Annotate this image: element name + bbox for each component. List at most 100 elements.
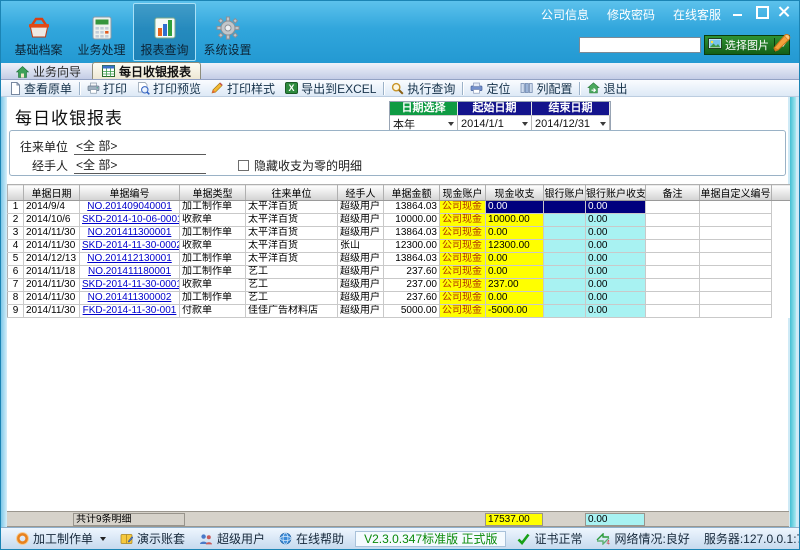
summary-count: 共计9条明细 <box>73 513 185 526</box>
book-icon <box>120 533 133 545</box>
print-style-button[interactable]: 打印样式 <box>206 81 280 96</box>
column-header[interactable]: 单据类型 <box>180 185 246 201</box>
top-link-online-service[interactable]: 在线客服 <box>673 6 721 23</box>
printer-icon <box>87 82 100 94</box>
maximize-button[interactable] <box>754 5 768 17</box>
tab-label: 业务向导 <box>33 63 81 80</box>
cell <box>544 253 586 266</box>
cell: 太平洋百货 <box>246 201 338 214</box>
partner-field[interactable]: <全 部> <box>74 137 206 155</box>
cell: 0.00 <box>486 292 544 305</box>
content-area: 每日收银报表 日期选择 本年 起始日期 2014/1/1 结束日期 2014 <box>7 97 788 527</box>
column-header[interactable]: 银行账户 <box>544 185 586 201</box>
toolbar-button-label: 打印预览 <box>153 80 201 97</box>
summary-row: 共计9条明细 17537.00 0.00 <box>7 511 789 527</box>
document-link[interactable]: SKD-2014-10-06-0001 <box>82 214 180 225</box>
top-link-company-info[interactable]: 公司信息 <box>541 6 589 23</box>
status-account-set[interactable]: 演示账套 <box>113 530 192 547</box>
locate-icon <box>470 82 483 94</box>
toolbar-button-label: 退出 <box>603 80 627 97</box>
cell: 超级用户 <box>338 292 384 305</box>
toolbar-separator <box>79 82 80 95</box>
chevron-down-icon <box>100 537 106 541</box>
table-row[interactable]: 42014/11/30SKD-2014-11-30-0002收款单太平洋百货张山… <box>8 240 790 253</box>
status-label: 证书正常 <box>534 530 582 547</box>
column-header[interactable]: 单据日期 <box>24 185 80 201</box>
columns-icon <box>520 82 533 94</box>
vertical-scrollbar[interactable] <box>790 97 796 527</box>
document-link[interactable]: SKD-2014-11-30-0001 <box>82 279 180 290</box>
print-button[interactable]: 打印 <box>82 81 132 96</box>
users-icon <box>199 533 213 545</box>
cell: 超级用户 <box>338 227 384 240</box>
export-excel-button[interactable]: X导出到EXCEL <box>280 81 381 96</box>
table-row[interactable]: 12014/9/4NO.201409040001加工制作单太平洋百货超级用户13… <box>8 201 790 214</box>
banner-input[interactable] <box>579 37 701 53</box>
nav-item-system-settings[interactable]: 系统设置 <box>196 3 259 61</box>
document-link[interactable]: NO.201411300001 <box>88 227 172 238</box>
document-link[interactable]: FKD-2014-11-30-001 <box>83 305 177 316</box>
nav-item-base-archives[interactable]: 基础档案 <box>7 3 70 61</box>
page-icon <box>9 82 21 95</box>
chevron-down-icon <box>448 122 454 126</box>
cell <box>544 240 586 253</box>
column-header[interactable]: 银行账户收支 <box>586 185 646 201</box>
column-header[interactable]: 往来单位 <box>246 185 338 201</box>
column-config-button[interactable]: 列配置 <box>515 81 577 96</box>
cell: 237.60 <box>384 292 440 305</box>
hide-zero-checkbox[interactable]: 隐藏收支为零的明细 <box>238 157 362 174</box>
column-header[interactable]: 现金收支 <box>486 185 544 201</box>
table-row[interactable]: 72014/11/30SKD-2014-11-30-0001收款单艺工超级用户2… <box>8 279 790 292</box>
header-filler <box>772 185 790 201</box>
top-link-change-password[interactable]: 修改密码 <box>607 6 655 23</box>
column-header[interactable]: 单据自定义编号 <box>700 185 772 201</box>
cell: SKD-2014-10-06-0001 <box>80 214 180 227</box>
cell-filler <box>772 240 790 253</box>
cell: 0.00 <box>586 240 646 253</box>
nav-item-report-query[interactable]: 报表查询 <box>133 3 196 61</box>
column-header[interactable]: 现金账户 <box>440 185 486 201</box>
cell: 2014/9/4 <box>24 201 80 214</box>
document-link[interactable]: SKD-2014-11-30-0002 <box>82 240 180 251</box>
minimize-button[interactable] <box>731 5 745 17</box>
column-header[interactable]: 备注 <box>646 185 700 201</box>
document-link[interactable]: NO.201412130001 <box>87 253 172 264</box>
pencil-icon <box>211 82 224 94</box>
table-row[interactable]: 32014/11/30NO.201411300001加工制作单太平洋百货超级用户… <box>8 227 790 240</box>
status-server: 服务器:127.0.0.1:7798 <box>697 530 800 547</box>
nav-item-business-process[interactable]: 业务处理 <box>70 3 133 61</box>
nav-item-label: 系统设置 <box>203 44 251 56</box>
locate-button[interactable]: 定位 <box>465 81 515 96</box>
cell <box>700 305 772 318</box>
close-button[interactable] <box>777 5 791 17</box>
tab-daily-cashier-report[interactable]: 每日收银报表 <box>92 62 201 79</box>
date-select-column: 日期选择 本年 <box>390 102 458 132</box>
document-link[interactable]: NO.201411180001 <box>88 266 171 277</box>
table-row[interactable]: 82014/11/30NO.201411300002加工制作单艺工超级用户237… <box>8 292 790 305</box>
column-header[interactable]: 单据金额 <box>384 185 440 201</box>
status-online-help[interactable]: 在线帮助 <box>272 530 351 547</box>
cell: 公司现金 <box>440 292 486 305</box>
exit-button[interactable]: 退出 <box>582 81 632 96</box>
table-row[interactable]: 52014/12/13NO.201412130001加工制作单太平洋百货超级用户… <box>8 253 790 266</box>
cell <box>700 201 772 214</box>
document-link[interactable]: NO.201411300002 <box>88 292 172 303</box>
status-doc-type[interactable]: 加工制作单 <box>9 530 113 547</box>
handler-field[interactable]: <全 部> <box>74 156 206 174</box>
horn-icon[interactable] <box>771 31 793 58</box>
run-query-button[interactable]: 执行查询 <box>386 81 460 96</box>
column-header[interactable]: 单据编号 <box>80 185 180 201</box>
top-links: 公司信息 修改密码 在线客服 <box>541 6 721 23</box>
table-row[interactable]: 62014/11/18NO.201411180001加工制作单艺工超级用户237… <box>8 266 790 279</box>
tab-business-wizard[interactable]: 业务向导 <box>7 64 90 79</box>
print-preview-button[interactable]: 打印预览 <box>132 81 206 96</box>
table-row[interactable]: 92014/11/30FKD-2014-11-30-001付款单佳佳广告材料店超… <box>8 305 790 318</box>
column-header[interactable]: 经手人 <box>338 185 384 201</box>
view-original-button[interactable]: 查看原单 <box>4 81 77 96</box>
cell: 太平洋百货 <box>246 214 338 227</box>
cell <box>700 279 772 292</box>
table-row[interactable]: 22014/10/6SKD-2014-10-06-0001收款单太平洋百货超级用… <box>8 214 790 227</box>
cell: 加工制作单 <box>180 253 246 266</box>
cell: 超级用户 <box>338 279 384 292</box>
document-link[interactable]: NO.201409040001 <box>87 201 172 212</box>
